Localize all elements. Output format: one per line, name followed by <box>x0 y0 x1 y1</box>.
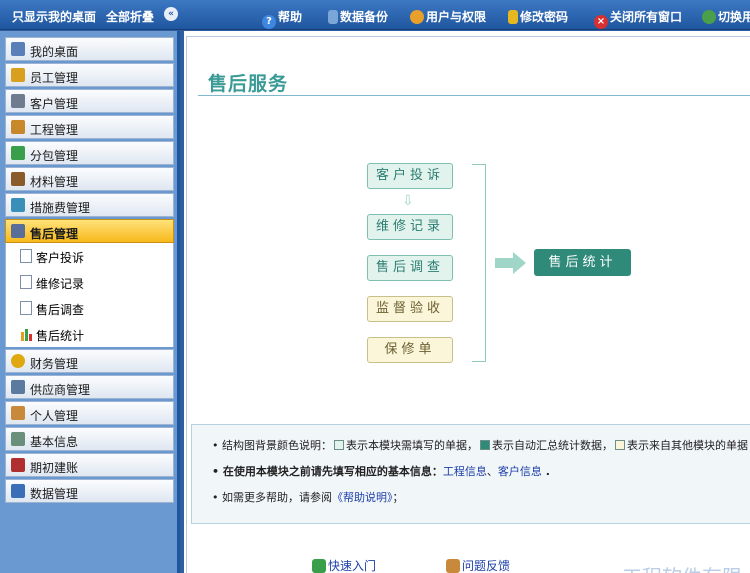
close-all-label: 关闭所有窗口 <box>610 10 683 24</box>
submenu-item-statistics[interactable]: 售后统计 <box>6 321 173 347</box>
document-icon <box>20 301 32 315</box>
collapse-all-button[interactable]: 全部折叠 <box>106 8 154 25</box>
collapse-sidebar-icon[interactable]: « <box>164 7 178 21</box>
brand-text: 工程软件有限 <box>622 561 742 573</box>
sidebar-item-measures[interactable]: 措施费管理 <box>5 193 174 217</box>
users-icon <box>410 10 424 24</box>
legend-required-swatch <box>334 440 344 450</box>
backup-button[interactable]: 数据备份 <box>328 8 388 25</box>
switch-user-label: 切换用 <box>718 10 750 24</box>
data-icon <box>11 484 25 498</box>
staff-icon <box>11 68 25 82</box>
sidebar-item-personal[interactable]: 个人管理 <box>5 401 174 425</box>
title-divider <box>198 95 750 96</box>
users-label: 用户与权限 <box>426 10 487 24</box>
flow-repairs-button[interactable]: 维修记录 <box>367 214 453 240</box>
sidebar-item-basic-info[interactable]: 基本信息 <box>5 427 174 451</box>
key-icon <box>508 10 518 24</box>
password-label: 修改密码 <box>520 10 569 24</box>
sidebar-item-projects[interactable]: 工程管理 <box>5 115 174 139</box>
subcontract-icon <box>11 146 25 160</box>
close-icon: × <box>594 15 608 29</box>
right-arrow-icon <box>495 252 526 274</box>
sidebar-item-materials[interactable]: 材料管理 <box>5 167 174 191</box>
feedback-link[interactable]: 问题反馈 <box>446 557 510 573</box>
database-icon <box>328 10 338 24</box>
backup-label: 数据备份 <box>340 10 389 24</box>
legend-line: • 结构图背景颜色说明： 表示本模块需填写的单据， 表示自动汇总统计数据， 表示来自其… <box>212 439 750 452</box>
document-icon <box>20 249 32 263</box>
finance-icon <box>11 354 25 368</box>
submenu-item-complaints[interactable]: 客户投诉 <box>6 243 173 269</box>
flow-warranty-button[interactable]: 保修单 <box>367 337 453 363</box>
prerequisite-line: • 在使用本模块之前请先填写相应的基本信息：工程信息、客户信息 . <box>212 465 550 478</box>
sidebar-item-opening-accounts[interactable]: 期初建账 <box>5 453 174 477</box>
top-toolbar: 只显示我的桌面 全部折叠 « ? 帮助 数据备份 用户与权限 修改密码 × 关闭所有… <box>0 0 750 30</box>
aftersale-icon <box>11 224 25 238</box>
measure-icon <box>11 198 25 212</box>
sidebar-item-staff[interactable]: 员工管理 <box>5 63 174 87</box>
down-arrow-icon: ⇩ <box>402 193 414 209</box>
switch-user-button[interactable]: 切换用 <box>702 8 750 25</box>
submenu-item-survey[interactable]: 售后调查 <box>6 295 173 321</box>
sidebar: 我的桌面 员工管理 客户管理 工程管理 分包管理 材料管理 措施费管理 售后管理… <box>0 31 180 573</box>
submenu-item-repairs[interactable]: 维修记录 <box>6 269 173 295</box>
switch-user-icon <box>702 10 716 24</box>
help-icon: ? <box>262 15 276 29</box>
aftersale-submenu: 客户投诉 维修记录 售后调查 售后统计 <box>5 243 174 347</box>
sidebar-item-finance[interactable]: 财务管理 <box>5 349 174 373</box>
help-line: • 如需更多帮助，请参阅《帮助说明》； <box>212 491 404 504</box>
help-manual-link[interactable]: 《帮助说明》 <box>332 491 393 504</box>
users-permissions-button[interactable]: 用户与权限 <box>410 8 486 25</box>
home-icon <box>11 120 25 134</box>
main-content: 售后服务 客户投诉 ⇩ 维修记录 售后调查 监督验收 保修单 售后统计 • 结构… <box>184 31 750 573</box>
sidebar-item-data[interactable]: 数据管理 <box>5 479 174 503</box>
sidebar-item-customers[interactable]: 客户管理 <box>5 89 174 113</box>
help-label: 帮助 <box>278 10 303 24</box>
change-password-button[interactable]: 修改密码 <box>508 8 568 25</box>
personal-icon <box>11 406 25 420</box>
bar-chart-icon <box>20 327 32 341</box>
customer-icon <box>11 94 25 108</box>
quick-start-icon <box>312 559 326 573</box>
flow-bracket <box>472 164 486 362</box>
sidebar-item-aftersale[interactable]: 售后管理 <box>5 219 174 243</box>
sidebar-item-suppliers[interactable]: 供应商管理 <box>5 375 174 399</box>
project-info-link[interactable]: 工程信息 <box>443 465 487 478</box>
material-icon <box>11 172 25 186</box>
flow-statistics-button[interactable]: 售后统计 <box>534 249 631 276</box>
customer-info-link[interactable]: 客户信息 <box>498 465 542 478</box>
desktop-icon <box>11 42 25 56</box>
sidebar-item-desktop[interactable]: 我的桌面 <box>5 37 174 61</box>
legend-auto-swatch <box>480 440 490 450</box>
quick-start-link[interactable]: 快速入门 <box>312 557 376 573</box>
info-panel: • 结构图背景颜色说明： 表示本模块需填写的单据， 表示自动汇总统计数据， 表示来自其… <box>191 424 750 524</box>
sidebar-item-subcontract[interactable]: 分包管理 <box>5 141 174 165</box>
legend-external-swatch <box>615 440 625 450</box>
feedback-icon <box>446 559 460 573</box>
flow-survey-button[interactable]: 售后调查 <box>367 255 453 281</box>
document-icon <box>20 275 32 289</box>
flow-complaints-button[interactable]: 客户投诉 <box>367 163 453 189</box>
page-title: 售后服务 <box>208 73 289 95</box>
info-icon <box>11 432 25 446</box>
flow-inspection-button[interactable]: 监督验收 <box>367 296 453 322</box>
supplier-icon <box>11 380 25 394</box>
close-all-windows-button[interactable]: × 关闭所有窗口 <box>594 8 682 29</box>
sidebar-menu: 我的桌面 员工管理 客户管理 工程管理 分包管理 材料管理 措施费管理 售后管理… <box>5 37 174 505</box>
show-desktop-button[interactable]: 只显示我的桌面 <box>12 8 96 25</box>
book-icon <box>11 458 25 472</box>
help-button[interactable]: ? 帮助 <box>262 8 302 29</box>
